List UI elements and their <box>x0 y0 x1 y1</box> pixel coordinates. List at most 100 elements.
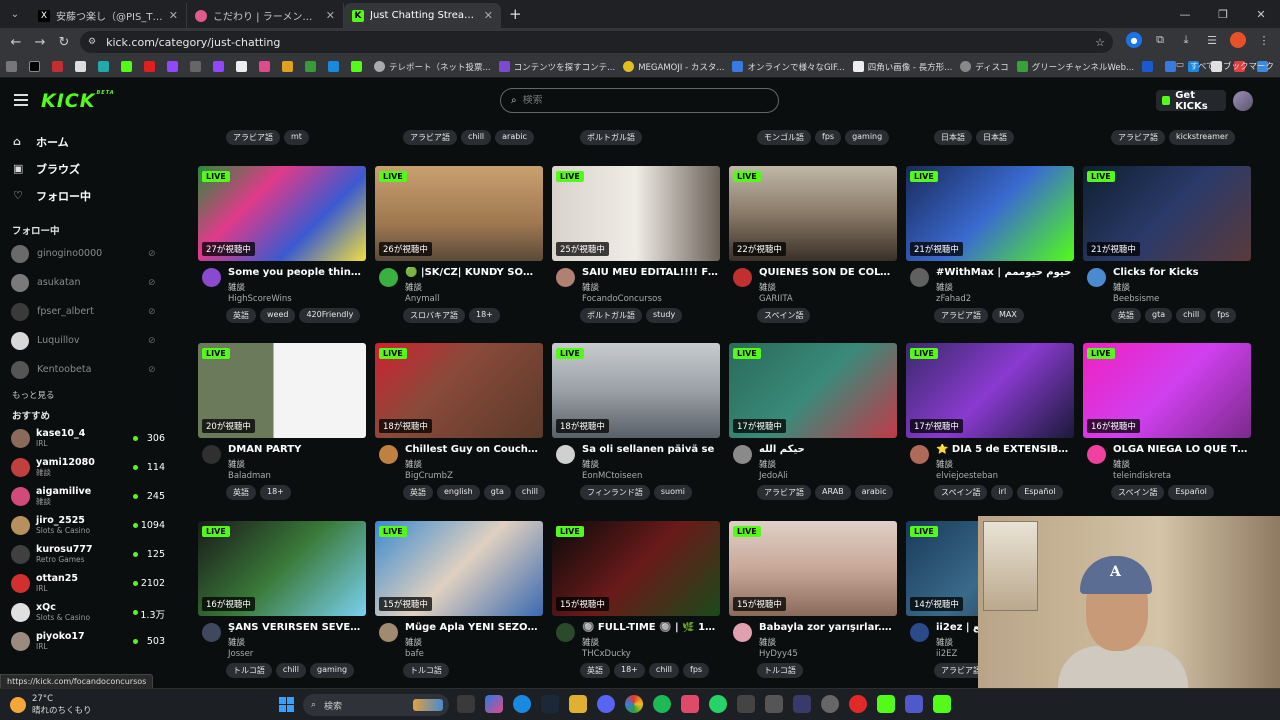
bookmark-item[interactable]: テレポート（ネット投票... <box>374 61 491 73</box>
bookmark-item[interactable]: オンラインで様々なGIF... <box>732 61 845 73</box>
nav-browse[interactable]: ▣ ブラウズ <box>0 155 190 182</box>
tag-chip[interactable]: 18+ <box>469 308 500 323</box>
stream-card[interactable]: LIVE 26が視聴中 🟢 |SK/CZ| KUNDY SOM ... 雑談 Anyma… <box>375 166 543 323</box>
apps-icon[interactable] <box>6 61 21 72</box>
tag-chip[interactable]: アラビア語 <box>934 308 988 323</box>
stream-thumbnail[interactable]: LIVE 15が視聴中 <box>729 521 897 616</box>
recommended-channel[interactable]: ottan25 IRL 2102 <box>0 569 190 598</box>
kick-bookmark-icon[interactable] <box>351 61 366 72</box>
recommended-channel[interactable]: jiro_2525 Slots & Casino 1094 <box>0 511 190 540</box>
spotify-icon[interactable] <box>653 695 671 713</box>
recommended-channel[interactable]: xQc Slots & Casino 1.3万 <box>0 598 190 627</box>
copilot-icon[interactable] <box>485 695 503 713</box>
channel-name[interactable]: FocandoConcursos <box>582 294 662 304</box>
stream-thumbnail[interactable]: LIVE 16が視聴中 <box>198 521 366 616</box>
channel-name[interactable]: Baladman <box>228 471 271 481</box>
stream-title[interactable]: Müge Apla YENİ SEZON Y... <box>405 622 541 633</box>
bookmark-icon[interactable] <box>1142 61 1157 72</box>
channel-avatar[interactable] <box>556 268 575 287</box>
tag-chip[interactable]: スペイン語 <box>757 308 811 323</box>
twitch-icon[interactable] <box>167 61 182 72</box>
tag-chip[interactable]: フィンランド語 <box>580 485 650 500</box>
site-info-icon[interactable]: ⚙ <box>88 37 96 47</box>
tag-chip[interactable]: english <box>437 485 480 500</box>
stream-category[interactable]: 雑談 <box>1113 458 1130 470</box>
stream-thumbnail[interactable]: LIVE 17が視聴中 <box>906 343 1074 438</box>
browser-tab-1[interactable]: X 安藤つ楽し（@PIS_TSUYOSHI） ✕ <box>30 3 187 28</box>
browser-tab-3[interactable]: K Just Chatting Streaming - Live ✕ <box>344 3 501 28</box>
youtube-icon[interactable] <box>144 61 159 72</box>
stream-thumbnail[interactable]: LIVE 17が視聴中 <box>729 343 897 438</box>
bookmark-item[interactable]: グリーンチャンネルWeb... <box>1016 61 1134 73</box>
tag-chip[interactable]: スペイン語 <box>1111 485 1165 500</box>
tag-chip[interactable]: アラビア語 <box>226 130 280 145</box>
profile-avatar-icon[interactable] <box>1230 32 1246 48</box>
stream-category[interactable]: 雑談 <box>759 281 776 293</box>
tag-chip[interactable]: weed <box>260 308 296 323</box>
tag-chip[interactable]: アラビア語 <box>757 485 811 500</box>
get-kicks-button[interactable]: Get KICKs <box>1156 90 1226 112</box>
recommended-channel[interactable]: piyoko17 IRL 503 <box>0 627 190 656</box>
recommended-channel[interactable]: yami12080 雑談 114 <box>0 453 190 482</box>
bluesky-icon[interactable] <box>328 61 343 72</box>
tag-chip[interactable]: Español <box>1017 485 1063 500</box>
whatsapp-icon[interactable] <box>709 695 727 713</box>
new-tab-button[interactable]: + <box>509 5 522 23</box>
tag-chip[interactable]: fps <box>683 663 710 678</box>
tag-chip[interactable]: 18+ <box>260 485 291 500</box>
recommended-channel[interactable]: kurosu777 Retro Games 125 <box>0 540 190 569</box>
download-icon[interactable]: ⤓ <box>1178 32 1194 48</box>
stream-category[interactable]: 雑談 <box>1113 281 1130 293</box>
bookmark-icon[interactable] <box>305 61 320 72</box>
stream-category[interactable]: 雑談 <box>582 281 599 293</box>
channel-name[interactable]: BigCrumbZ <box>405 471 453 481</box>
twitch-icon[interactable] <box>213 61 228 72</box>
channel-name[interactable]: ii2EZ <box>936 649 957 659</box>
channel-name[interactable]: teleindiskreta <box>1113 471 1171 481</box>
channel-avatar[interactable] <box>733 268 752 287</box>
app-icon[interactable] <box>765 695 783 713</box>
tag-chip[interactable]: fps <box>815 130 842 145</box>
channel-name[interactable]: EonMCtoiseen <box>582 471 642 481</box>
tag-chip[interactable]: gaming <box>845 130 890 145</box>
extension-icon[interactable]: ● <box>1126 32 1142 48</box>
nav-home[interactable]: ⌂ ホーム <box>0 128 190 155</box>
channel-name[interactable]: Anymall <box>405 294 439 304</box>
app-icon[interactable] <box>821 695 839 713</box>
tag-chip[interactable]: ポルトガル語 <box>580 308 642 323</box>
stream-card[interactable]: LIVE 17が視聴中 ⭐ DÍA 5 de EXTENSIBLE ... 雑談 elv… <box>906 343 1074 500</box>
tag-chip[interactable]: ARAB <box>815 485 851 500</box>
channel-name[interactable]: elviejoesteban <box>936 471 998 481</box>
stream-card[interactable]: LIVE 21が視聴中 Clicks for Kicks 雑談 Beebsisme 英語 g… <box>1083 166 1251 323</box>
channel-avatar[interactable] <box>556 445 575 464</box>
bookmark-icon[interactable] <box>282 61 297 72</box>
kick-logo[interactable]: KICKBETA <box>41 90 115 112</box>
menu-icon[interactable]: ⋮ <box>1256 32 1272 48</box>
tag-chip[interactable]: irl <box>991 485 1014 500</box>
tag-chip[interactable]: study <box>646 308 683 323</box>
extensions-puzzle-icon[interactable]: ⧉ <box>1152 32 1168 48</box>
tag-chip[interactable]: トルコ語 <box>403 663 449 678</box>
stream-category[interactable]: 雑談 <box>228 458 245 470</box>
tag-chip[interactable]: 英語 <box>580 663 610 678</box>
teams-icon[interactable] <box>905 695 923 713</box>
stream-thumbnail[interactable]: LIVE 18が視聴中 <box>552 343 720 438</box>
task-view-icon[interactable] <box>457 695 475 713</box>
tag-chip[interactable]: スペイン語 <box>934 485 988 500</box>
reload-icon[interactable]: ↻ <box>52 35 76 50</box>
channel-avatar[interactable] <box>556 623 575 642</box>
stream-card[interactable]: LIVE 18が視聴中 Sa oli sellanen päivä se 雑談 EonM… <box>552 343 720 500</box>
tag-chip[interactable]: Español <box>1168 485 1214 500</box>
tag-chip[interactable]: アラビア語 <box>403 130 457 145</box>
tag-chip[interactable]: ポルトガル語 <box>580 130 642 145</box>
bookmark-item[interactable]: ディスコ <box>960 61 1009 73</box>
close-icon[interactable]: ✕ <box>169 9 178 22</box>
tag-chip[interactable]: arabic <box>854 485 894 500</box>
steam-icon[interactable] <box>541 695 559 713</box>
bookmark-item[interactable]: コンテンツを探すコンテ... <box>498 61 615 73</box>
channel-avatar[interactable] <box>1087 268 1106 287</box>
channel-name[interactable]: zFahad2 <box>936 294 971 304</box>
tag-chip[interactable]: arabic <box>495 130 534 145</box>
stream-category[interactable]: 雑談 <box>936 458 953 470</box>
stream-title[interactable]: #WithMax | حيوم حيوممم <box>936 267 1072 278</box>
